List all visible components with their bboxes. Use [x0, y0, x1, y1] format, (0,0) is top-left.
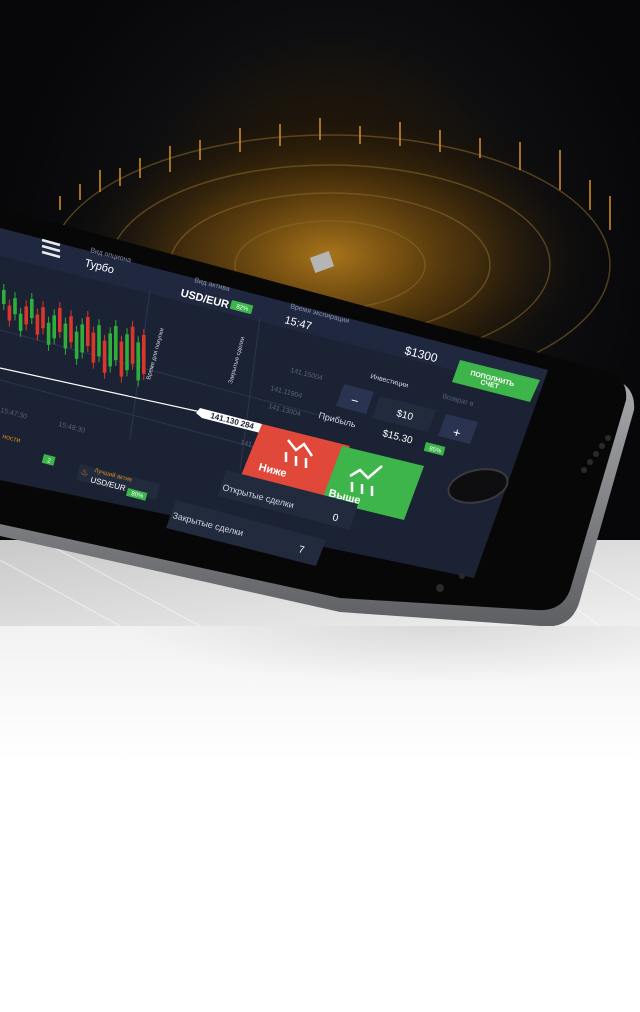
candlesticks: [2, 284, 146, 387]
candle-body: [30, 299, 34, 318]
candle-body: [74, 331, 79, 359]
menu-icon[interactable]: [41, 238, 61, 259]
deposit-button[interactable]: ПОПОЛНИТЬ СЧЕТ: [452, 360, 540, 402]
candle-body: [114, 326, 118, 360]
current-price: 141.130 284: [209, 411, 255, 431]
candle-body: [52, 315, 56, 339]
candle-body: [58, 308, 62, 332]
buy-time-label: Время для покупки: [146, 328, 166, 381]
candle-body: [46, 322, 51, 345]
candle-body: [7, 305, 12, 321]
invest-amount-field[interactable]: $10: [372, 396, 436, 432]
minus-button[interactable]: −: [336, 384, 374, 414]
candle-body: [142, 335, 146, 374]
candle-body: [102, 340, 107, 373]
return-label: Возврат в: [441, 393, 474, 408]
candle-body: [86, 317, 90, 346]
closed-deals-chart-label: Закрытые сделки: [228, 336, 246, 384]
price-level-1: 141.15004: [289, 367, 323, 382]
candle-body: [69, 316, 73, 343]
candle-body: [97, 325, 101, 357]
candle-body: [136, 342, 140, 381]
candle-body: [108, 333, 112, 367]
invest-label: Инвестиции: [369, 373, 408, 390]
plus-button[interactable]: +: [438, 414, 478, 444]
hero-background: Вид опциона Турбо Вид актива USD/EUR 82%…: [0, 0, 640, 626]
candle-body: [18, 313, 23, 331]
candle-body: [91, 332, 96, 363]
left-panel-label: ности: [1, 433, 21, 444]
phone-shadow: [120, 626, 640, 686]
price-level-3: 141.11904: [269, 385, 302, 400]
candle-body: [24, 306, 28, 325]
expiry-value[interactable]: 15:47: [283, 314, 313, 333]
candle-body: [63, 323, 68, 349]
candle-body: [80, 324, 84, 353]
profit-label: Прибыль: [317, 410, 357, 429]
balance: $1300: [403, 343, 439, 365]
time-label-1: 15:48:30: [57, 421, 85, 435]
profit-value: $15.30: [381, 428, 414, 446]
candle-body: [125, 334, 129, 371]
trading-app: Вид опциона Турбо Вид актива USD/EUR 82%…: [0, 238, 540, 566]
candle-body: [13, 298, 17, 315]
candle-body: [130, 326, 135, 364]
candle-body: [119, 341, 124, 377]
time-label-2: 15:47:30: [0, 407, 28, 421]
candle-body: [35, 314, 40, 335]
candle-body: [41, 307, 45, 329]
candle-body: [2, 290, 6, 304]
option-type-value[interactable]: Турбо: [83, 257, 115, 276]
